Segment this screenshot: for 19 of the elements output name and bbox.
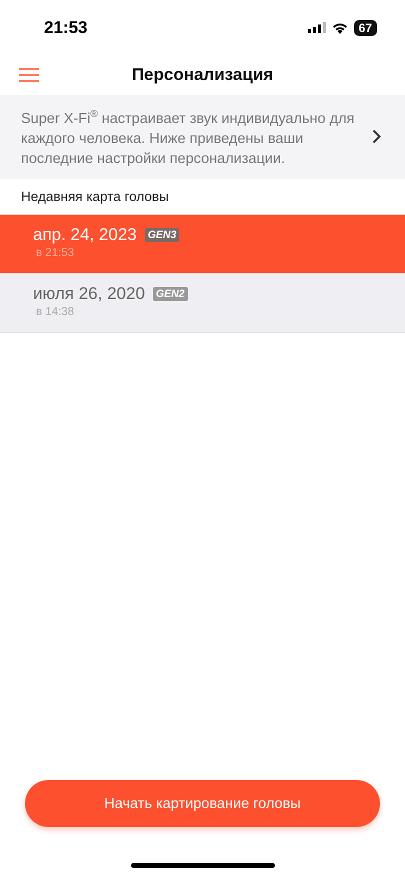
page-title: Персонализация	[132, 65, 274, 85]
generation-badge: GEN3	[144, 228, 180, 242]
head-map-time: в 21:53	[36, 246, 76, 259]
battery-level: 67	[354, 20, 377, 36]
head-map-date: июля 26, 2020	[33, 284, 145, 304]
head-map-date: апр. 24, 2023	[33, 224, 137, 245]
status-time: 21:53	[44, 18, 88, 38]
head-map-row[interactable]: июля 26, 2020 GEN2 в 14:38	[0, 274, 405, 333]
section-title: Недавняя карта головы	[21, 188, 169, 204]
start-mapping-button[interactable]: Начать картирование головы	[25, 780, 380, 827]
intro-panel[interactable]: Super X-Fi$^{®}$ настраивает звук индивидуально для каждого человека. Ниже приведены ваши последние настройки персонализации.	[0, 95, 405, 179]
wifi-icon	[332, 22, 348, 34]
menu-icon[interactable]	[19, 68, 39, 82]
head-map-row[interactable]: апр. 24, 2023 GEN3 в 21:53	[0, 214, 405, 274]
generation-badge: GEN2	[152, 286, 188, 301]
intro-text: Super X-Fi$^{®}$ настраивает звук индивидуально для каждого человека. Ниже приведены ваши последние настройки персонализации.	[21, 108, 356, 169]
head-map-time: в 14:38	[36, 306, 76, 318]
chevron-right-icon	[372, 129, 381, 144]
signal-icon	[308, 22, 326, 33]
